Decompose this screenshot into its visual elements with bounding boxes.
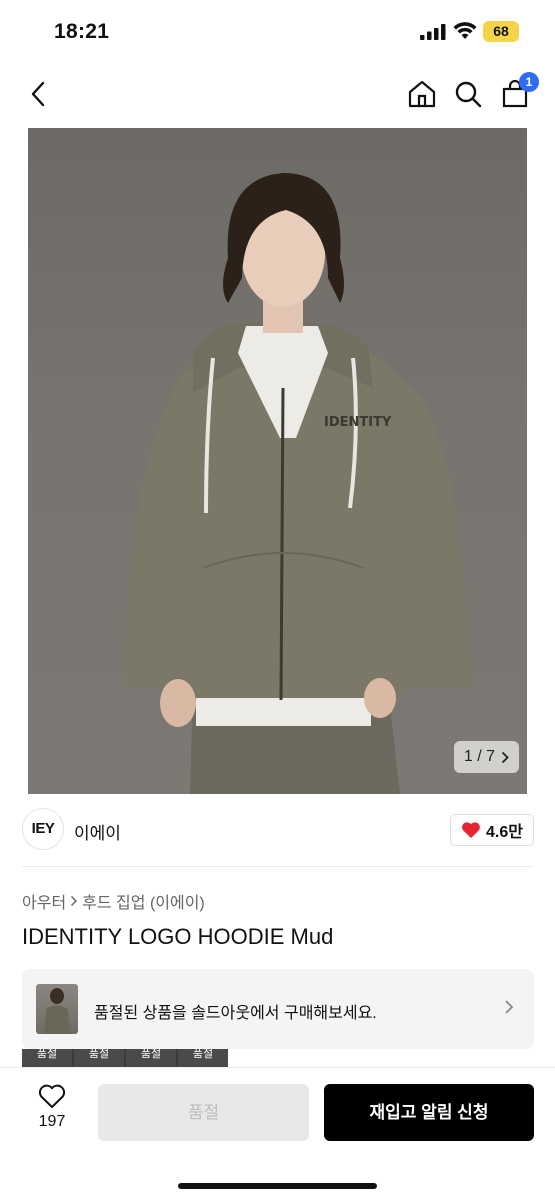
- image-counter-label: 1 / 7: [463, 748, 495, 765]
- image-counter[interactable]: 1 / 7: [453, 741, 519, 773]
- soldout-promo-banner[interactable]: 품절된 상품을 솔드아웃에서 구매해보세요.: [22, 969, 534, 1049]
- cart-count-badge: 1: [519, 72, 539, 92]
- home-icon: [408, 80, 436, 108]
- breadcrumb-category[interactable]: 아우터: [22, 889, 66, 913]
- heart-filled-icon: [462, 822, 480, 838]
- like-button[interactable]: 4.6만: [450, 814, 534, 846]
- chevron-left-icon: [31, 81, 45, 107]
- wishlist-count: 197: [38, 1113, 66, 1130]
- chevron-right-icon: [501, 751, 509, 763]
- battery-indicator: 68: [483, 21, 519, 42]
- thumb-soldout-label: 품절: [126, 1049, 176, 1069]
- seller-row: IEY 이에이 4.6만: [22, 808, 534, 852]
- wishlist-button[interactable]: 197: [30, 1084, 74, 1134]
- home-button[interactable]: [406, 78, 438, 110]
- heart-outline-icon: [38, 1084, 66, 1108]
- status-bar: 18:21 68: [0, 0, 555, 62]
- banner-thumbnail: [36, 984, 78, 1034]
- soldout-button: 품절: [98, 1084, 309, 1141]
- seller-name[interactable]: 이에이: [74, 819, 121, 844]
- cellular-signal-icon: [420, 24, 446, 40]
- seller-logo[interactable]: IEY: [22, 808, 64, 850]
- thumb-soldout-label: 품절: [74, 1049, 124, 1069]
- breadcrumb-subcategory[interactable]: 후드 집업 (이에이): [82, 889, 205, 913]
- banner-text: 품절된 상품을 솔드아웃에서 구매해보세요.: [94, 1005, 377, 1022]
- chevron-right-icon: [71, 895, 78, 907]
- search-icon: [455, 81, 482, 108]
- thumb-soldout-label: 품절: [22, 1049, 72, 1069]
- product-title: IDENTITY LOGO HOODIE Mud: [22, 924, 334, 949]
- product-image[interactable]: IDENTITY 1 / 7: [28, 128, 527, 794]
- breadcrumb: 아우터 후드 집업 (이에이): [22, 889, 205, 913]
- banner-thumbnail-photo: [44, 988, 70, 1034]
- back-button[interactable]: [22, 78, 54, 110]
- cart-button[interactable]: 1: [499, 72, 539, 110]
- chevron-right-icon: [505, 1000, 514, 1014]
- search-button[interactable]: [452, 78, 484, 110]
- restock-alert-button[interactable]: 재입고 알림 신청: [324, 1084, 534, 1141]
- thumbnail-strip: 품절 품절 품절 품절: [22, 1049, 228, 1069]
- hoodie-print: IDENTITY: [324, 415, 392, 430]
- wifi-icon: [453, 22, 477, 39]
- bottom-action-bar: 197 품절 재입고 알림 신청: [0, 1067, 555, 1200]
- thumb-soldout-label: 품절: [178, 1049, 228, 1069]
- status-time: 18:21: [54, 20, 110, 43]
- product-photo: IDENTITY: [123, 173, 473, 794]
- divider: [22, 866, 534, 867]
- navigation-bar: 1: [0, 62, 555, 128]
- like-count: 4.6만: [486, 824, 523, 841]
- home-indicator: [178, 1183, 377, 1189]
